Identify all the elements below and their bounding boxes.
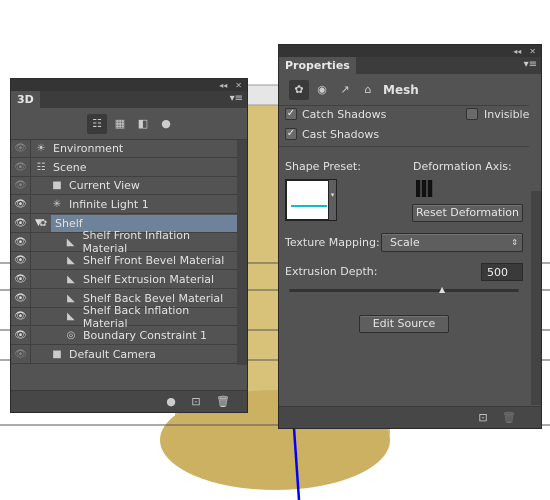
visibility-eye-icon[interactable]: 👁 — [11, 139, 31, 158]
layer-label: Shelf Front Bevel Material — [83, 254, 225, 268]
collapse-icon[interactable]: ◂◂ — [219, 81, 227, 90]
visibility-eye-icon[interactable]: 👁 — [11, 251, 31, 270]
visibility-eye-icon[interactable]: 👁 — [11, 270, 31, 289]
section-title: Mesh — [383, 83, 419, 97]
select-arrows-icon: ⇕ — [511, 238, 518, 247]
panel-titlebar[interactable]: ◂◂ ✕ — [11, 79, 247, 91]
layer-row[interactable]: 👁 ■ Current View — [11, 176, 237, 196]
scrollbar[interactable] — [531, 191, 541, 405]
collapse-icon[interactable]: ◂◂ — [513, 47, 521, 56]
edit-source-button[interactable]: Edit Source — [359, 315, 449, 333]
layer-row[interactable]: 👁 ◣ Shelf Front Inflation Material — [11, 229, 237, 255]
extrusion-depth-slider[interactable]: ▲ — [289, 285, 519, 294]
close-icon[interactable]: ✕ — [235, 81, 242, 90]
environment-icon: ☀ — [36, 143, 46, 154]
visibility-eye-icon[interactable]: 👁 — [11, 345, 31, 364]
layer-label: Default Camera — [69, 347, 156, 361]
layer-label: Current View — [69, 179, 140, 193]
catch-shadows-label: Catch Shadows — [302, 108, 387, 121]
scene-filter-icon[interactable]: ☷ — [87, 114, 107, 134]
layer-label: Shelf Back Inflation Material — [82, 303, 190, 330]
layer-label: Environment — [53, 142, 124, 155]
delete-icon[interactable]: 🗑 — [213, 392, 233, 412]
layer-label: Boundary Constraint 1 — [83, 329, 207, 342]
layer-row[interactable]: 👁 ◎ Boundary Constraint 1 — [11, 326, 237, 345]
layer-label: Shelf Extrusion Material — [83, 272, 215, 286]
extrusion-depth-label: Extrusion Depth: — [285, 265, 378, 278]
catch-shadows-checkbox[interactable]: ✓ — [285, 108, 297, 120]
layer-row[interactable]: 👁 ☷ Scene — [11, 158, 237, 177]
layer-label: Scene — [53, 160, 87, 174]
mesh-tab-icon[interactable]: ✿ — [289, 80, 309, 100]
constraint-icon: ◎ — [66, 330, 76, 341]
layer-row[interactable]: 👁 ✳ Infinite Light 1 — [11, 195, 237, 215]
texture-mapping-value: Scale — [390, 236, 420, 249]
camera-icon: ■ — [52, 348, 62, 360]
material-icon: ◣ — [67, 311, 75, 323]
material-icon: ◣ — [66, 236, 75, 248]
invisible-checkbox[interactable] — [466, 108, 478, 120]
properties-panel: ◂◂ ✕ Properties ▾≡ ✿ ◉ ↗ ⌂ Mesh ✓ Catch Sh… — [278, 44, 542, 429]
layer-row[interactable]: 👁 ◣ Shelf Front Bevel Material — [11, 251, 237, 271]
material-filter-icon[interactable]: ◧ — [133, 114, 153, 134]
shape-preset-label: Shape Preset: — [285, 160, 361, 173]
panel-menu-icon[interactable]: ▾≡ — [230, 93, 243, 104]
layer-label: Infinite Light 1 — [69, 198, 149, 212]
mesh-filter-icon[interactable]: ▦ — [110, 114, 130, 134]
deformation-axis-label: Deformation Axis: — [413, 160, 512, 173]
material-icon: ◣ — [67, 292, 75, 304]
slider-thumb[interactable]: ▲ — [439, 285, 445, 294]
extrusion-depth-input[interactable]: 500 — [481, 263, 523, 281]
light-filter-icon[interactable]: ● — [156, 114, 176, 134]
visibility-eye-icon[interactable]: 👁 — [11, 214, 31, 233]
visibility-eye-icon[interactable]: 👁 — [11, 289, 31, 308]
layer-row[interactable]: 👁 ◣ Shelf Extrusion Material — [11, 270, 237, 289]
coordinates-tab-icon[interactable]: ⌂ — [358, 80, 378, 100]
deform-tab-icon[interactable]: ◉ — [312, 80, 332, 100]
new-object-icon[interactable]: ⊡ — [186, 392, 206, 412]
visibility-eye-icon[interactable]: 👁 — [11, 158, 31, 177]
delete-icon[interactable]: 🗑 — [499, 408, 519, 428]
scene-icon: ☷ — [36, 161, 46, 173]
layer-label: Shelf Front Inflation Material — [82, 229, 190, 255]
tab-properties[interactable]: Properties — [279, 57, 356, 74]
tab-3d[interactable]: 3D — [11, 91, 40, 108]
layer-row[interactable]: 👁 ■ Default Camera — [11, 345, 237, 364]
material-icon: ◣ — [67, 273, 75, 285]
visibility-eye-icon[interactable]: 👁 — [11, 326, 31, 345]
3d-panel: ◂◂ ✕ 3D ▾≡ ☷ ▦ ◧ ● 👁 ☀ Environment 👁 ☷ Scene 👁 ■ C… — [10, 78, 248, 413]
layer-row[interactable]: 👁 ◣ Shelf Back Inflation Material — [11, 304, 237, 330]
invisible-label: Invisible — [484, 108, 530, 121]
reset-deformation-button[interactable]: Reset Deformation — [412, 204, 523, 222]
material-icon: ◣ — [67, 255, 75, 267]
shape-preset-picker[interactable]: ▾ — [285, 179, 337, 221]
cast-shadows-label: Cast Shadows — [302, 128, 380, 141]
visibility-eye-icon[interactable]: 👁 — [11, 307, 31, 326]
visibility-eye-icon[interactable]: 👁 — [11, 176, 31, 195]
light-icon: ✳ — [52, 199, 62, 211]
visibility-eye-icon[interactable]: 👁 — [11, 233, 31, 251]
add-light-icon[interactable]: ● — [161, 392, 181, 412]
layer-list: 👁 ☀ Environment 👁 ☷ Scene 👁 ■ Current View 👁 ✳ Infi… — [11, 139, 247, 368]
scrollbar[interactable] — [237, 140, 247, 365]
panel-menu-icon[interactable]: ▾≡ — [524, 59, 537, 70]
cap-tab-icon[interactable]: ↗ — [335, 80, 355, 100]
panel-titlebar[interactable]: ◂◂ ✕ — [279, 45, 541, 57]
layer-label: Shelf Back Bevel Material — [83, 291, 224, 305]
mesh-icon: ✿ — [38, 217, 48, 229]
close-icon[interactable]: ✕ — [529, 47, 536, 56]
deformation-axis-grid-icon[interactable] — [416, 180, 433, 197]
camera-icon: ■ — [52, 180, 62, 192]
layer-row[interactable]: 👁 ☀ Environment — [11, 139, 237, 158]
texture-mapping-label: Texture Mapping: — [285, 236, 380, 249]
cast-shadows-checkbox[interactable]: ✓ — [285, 128, 297, 140]
texture-mapping-select[interactable]: Scale ⇕ — [381, 233, 523, 252]
dropdown-arrow-icon[interactable]: ▾ — [328, 179, 337, 221]
render-icon[interactable]: ⊡ — [473, 408, 493, 428]
visibility-eye-icon[interactable]: 👁 — [11, 195, 31, 214]
